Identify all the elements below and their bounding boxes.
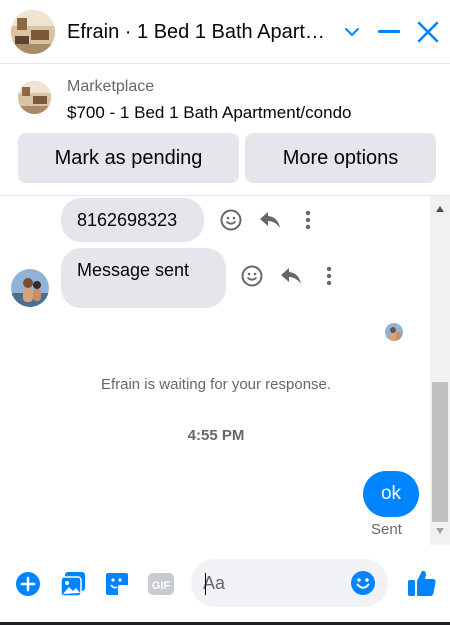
mark-as-pending-button[interactable]: Mark as pending xyxy=(18,133,239,183)
message-text: ok xyxy=(380,483,402,504)
more-actions-icon[interactable] xyxy=(316,263,342,289)
outgoing-message-bubble[interactable]: ok xyxy=(363,471,419,517)
more-actions-icon[interactable] xyxy=(295,207,321,233)
message-text: 8162698323 xyxy=(77,209,178,230)
sticker-icon[interactable] xyxy=(103,570,131,598)
message-bubble[interactable]: 8162698323 xyxy=(61,198,204,242)
listing-avatar[interactable] xyxy=(11,10,55,54)
chat-header: Efrain · 1 Bed 1 Bath Apart… xyxy=(0,0,450,64)
photo-icon[interactable] xyxy=(59,570,87,598)
emoji-react-icon[interactable] xyxy=(239,263,265,289)
scroll-up-arrow-icon[interactable] xyxy=(430,201,450,217)
person-photo-icon xyxy=(11,269,49,307)
scrollbar[interactable] xyxy=(430,196,450,545)
like-icon[interactable] xyxy=(406,567,438,599)
message-text: Message sent xyxy=(77,260,190,280)
message-thread: 8162698323 Message sent Efrain is waitin… xyxy=(0,196,450,545)
gif-label: GIF xyxy=(152,580,171,592)
reply-icon[interactable] xyxy=(257,207,283,233)
message-composer: GIF xyxy=(0,545,450,625)
more-options-button[interactable]: More options xyxy=(245,133,436,183)
message-input-container[interactable] xyxy=(191,559,388,607)
scroll-down-arrow-icon[interactable] xyxy=(430,523,450,539)
person-photo-icon xyxy=(385,323,403,341)
timestamp: 4:55 PM xyxy=(187,427,245,444)
listing-title[interactable]: $700 - 1 Bed 1 Bath Apartment/condo xyxy=(67,103,351,123)
message-bubble[interactable]: Message sent xyxy=(61,248,226,308)
emoji-icon[interactable] xyxy=(350,570,376,601)
marketplace-panel: Marketplace $700 - 1 Bed 1 Bath Apartmen… xyxy=(0,64,450,196)
apartment-photo-icon xyxy=(11,10,55,54)
gif-icon[interactable]: GIF xyxy=(147,570,175,598)
sender-avatar[interactable] xyxy=(11,269,49,307)
chevron-down-icon[interactable] xyxy=(338,18,366,46)
apartment-thumbnail-icon xyxy=(18,81,51,114)
seen-avatar xyxy=(385,323,403,341)
listing-thumbnail[interactable] xyxy=(18,81,51,114)
emoji-react-icon[interactable] xyxy=(218,207,244,233)
minimize-icon[interactable] xyxy=(375,18,403,46)
close-icon[interactable] xyxy=(414,18,442,46)
text-caret xyxy=(205,573,206,595)
add-icon[interactable] xyxy=(14,570,42,598)
message-input[interactable] xyxy=(203,569,343,597)
sent-status: Sent xyxy=(371,521,402,538)
chat-title[interactable]: Efrain · 1 Bed 1 Bath Apart… xyxy=(67,19,329,45)
reply-icon[interactable] xyxy=(278,263,304,289)
waiting-status: Efrain is waiting for your response. xyxy=(100,376,332,393)
marketplace-label: Marketplace xyxy=(67,78,155,95)
scrollbar-thumb[interactable] xyxy=(432,382,448,522)
